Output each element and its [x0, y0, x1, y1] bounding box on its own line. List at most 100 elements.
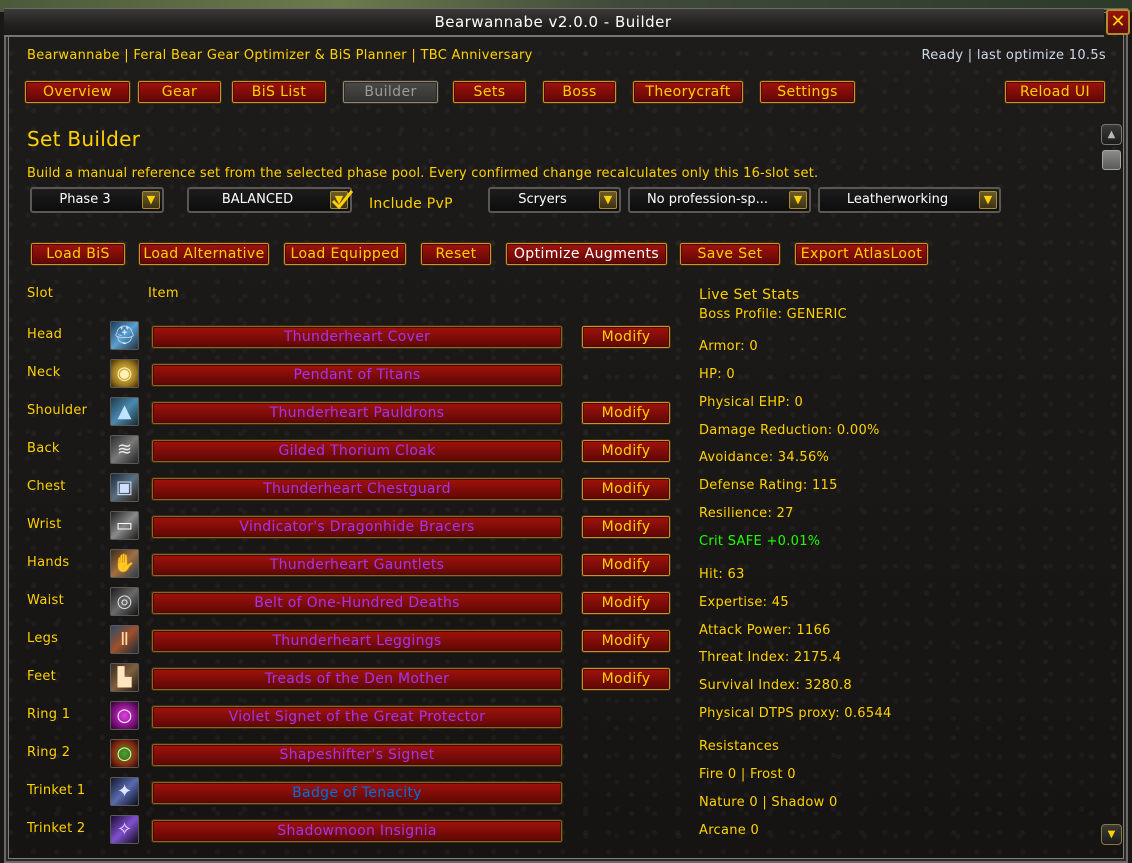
profession-dropdown[interactable]: Leatherworking ▼ — [818, 187, 1001, 213]
chest-icon[interactable]: ▣ — [110, 473, 139, 502]
bracer-icon[interactable]: ▭ — [110, 511, 139, 540]
stat-threat-index: Threat Index: 2175.4 — [699, 650, 842, 665]
slot-row-ring-1: Ring 1 ○ Violet Signet of the Great Protec… — [0, 701, 700, 739]
stat-arcane: Arcane 0 — [699, 823, 760, 838]
stat-expertise: Expertise: 45 — [699, 595, 789, 610]
load-bis-button[interactable]: Load BiS — [30, 242, 126, 266]
chevron-down-icon: ▼ — [789, 191, 807, 209]
slot-row-hands: Hands ✋ Thunderheart Gauntlets Modify — [0, 549, 700, 587]
modify-button[interactable]: Modify — [581, 553, 671, 577]
scroll-down-button[interactable]: ▼ — [1101, 824, 1122, 845]
stat-hp: HP: 0 — [699, 367, 735, 382]
modify-button[interactable]: Modify — [581, 439, 671, 463]
item-select-button[interactable]: Thunderheart Cover — [151, 325, 563, 349]
legs-icon[interactable]: Ⅱ — [110, 625, 139, 654]
builder-description: Build a manual reference set from the se… — [27, 166, 819, 181]
modify-button[interactable]: Modify — [581, 477, 671, 501]
save-set-button[interactable]: Save Set — [679, 242, 781, 266]
item-select-button[interactable]: Thunderheart Chestguard — [151, 477, 563, 501]
tab-builder[interactable]: Builder — [342, 80, 439, 104]
gauntlet-icon[interactable]: ✋ — [110, 549, 139, 578]
phase-dropdown[interactable]: Phase 3 ▼ — [30, 187, 164, 213]
slot-row-back: Back ≋ Gilded Thorium Cloak Modify — [0, 435, 700, 473]
stat-defense-rating: Defense Rating: 115 — [699, 478, 838, 493]
modify-button[interactable]: Modify — [581, 325, 671, 349]
page-title: Set Builder — [27, 127, 141, 151]
stat-damage-reduction: Damage Reduction: 0.00% — [699, 423, 880, 438]
modify-button[interactable]: Modify — [581, 667, 671, 691]
slot-label: Chest — [27, 479, 66, 494]
profession-special-dropdown[interactable]: No profession-sp... ▼ — [628, 187, 811, 213]
item-select-button[interactable]: Shadowmoon Insignia — [151, 819, 563, 843]
slot-label: Ring 2 — [27, 745, 71, 760]
item-select-button[interactable]: Gilded Thorium Cloak — [151, 439, 563, 463]
scrollbar-thumb[interactable] — [1102, 150, 1121, 170]
tab-bis-list[interactable]: BiS List — [231, 80, 327, 104]
tab-theorycraft[interactable]: Theorycraft — [632, 80, 744, 104]
modify-button[interactable]: Modify — [581, 629, 671, 653]
scroll-up-button[interactable]: ▲ — [1101, 124, 1122, 145]
stat-physical-dtps: Physical DTPS proxy: 0.6544 — [699, 706, 892, 721]
ring-icon[interactable]: ○ — [110, 701, 139, 730]
chevron-down-icon: ▼ — [979, 191, 997, 209]
ring-icon[interactable]: ○ — [110, 739, 139, 768]
boots-icon[interactable]: ▙ — [110, 663, 139, 692]
load-alternative-button[interactable]: Load Alternative — [138, 242, 270, 266]
slot-row-trinket-2: Trinket 2 ✧ Shadowmoon Insignia — [0, 815, 700, 853]
slot-label: Neck — [27, 365, 61, 380]
item-select-button[interactable]: Shapeshifter's Signet — [151, 743, 563, 767]
shoulder-icon[interactable]: ▲ — [110, 397, 139, 426]
mode-dropdown[interactable]: BALANCED ▼ — [187, 187, 352, 213]
cloak-icon[interactable]: ≋ — [110, 435, 139, 464]
modify-button[interactable]: Modify — [581, 591, 671, 615]
slot-row-legs: Legs Ⅱ Thunderheart Leggings Modify — [0, 625, 700, 663]
item-select-button[interactable]: Vindicator's Dragonhide Bracers — [151, 515, 563, 539]
tab-boss[interactable]: Boss — [542, 80, 617, 104]
stat-physical-ehp: Physical EHP: 0 — [699, 395, 804, 410]
item-select-button[interactable]: Badge of Tenacity — [151, 781, 563, 805]
faction-dropdown[interactable]: Scryers ▼ — [488, 187, 621, 213]
tab-gear[interactable]: Gear — [137, 80, 222, 104]
faction-dropdown-value: Scryers — [518, 192, 567, 207]
stat-hit: Hit: 63 — [699, 567, 745, 582]
slot-label: Waist — [27, 593, 64, 608]
chevron-down-icon: ▼ — [142, 191, 160, 209]
boss-profile: Boss Profile: GENERIC — [699, 307, 847, 322]
mode-dropdown-value: BALANCED — [221, 192, 294, 207]
load-equipped-button[interactable]: Load Equipped — [283, 242, 407, 266]
tab-sets[interactable]: Sets — [452, 80, 527, 104]
item-select-button[interactable]: Thunderheart Leggings — [151, 629, 563, 653]
stat-attack-power: Attack Power: 1166 — [699, 623, 831, 638]
stat-fire-frost: Fire 0 | Frost 0 — [699, 767, 796, 782]
modify-button[interactable]: Modify — [581, 515, 671, 539]
item-select-button[interactable]: Belt of One-Hundred Deaths — [151, 591, 563, 615]
slot-label: Trinket 2 — [27, 821, 86, 836]
chevron-down-icon: ▼ — [599, 191, 617, 209]
include-pvp-checkbox[interactable] — [330, 189, 354, 211]
stat-nature-shadow: Nature 0 | Shadow 0 — [699, 795, 838, 810]
reload-ui-button[interactable]: Reload UI — [1004, 80, 1106, 104]
tab-overview[interactable]: Overview — [24, 80, 131, 104]
reset-button[interactable]: Reset — [420, 242, 492, 266]
modify-button[interactable]: Modify — [581, 401, 671, 425]
tab-settings[interactable]: Settings — [759, 80, 856, 104]
badge-icon[interactable]: ✦ — [110, 777, 139, 806]
checkmark-icon — [331, 190, 354, 210]
export-atlasloot-button[interactable]: Export AtlasLoot — [794, 242, 929, 266]
slot-label: Feet — [27, 669, 57, 684]
stat-crit-safe: Crit SAFE +0.01% — [699, 534, 821, 549]
item-select-button[interactable]: Treads of the Den Mother — [151, 667, 563, 691]
resistances-title: Resistances — [699, 739, 780, 754]
item-select-button[interactable]: Pendant of Titans — [151, 363, 563, 387]
optimize-augments-button[interactable]: Optimize Augments — [505, 242, 668, 266]
slot-row-waist: Waist ◎ Belt of One-Hundred Deaths Modify — [0, 587, 700, 625]
amulet-icon[interactable]: ◉ — [110, 359, 139, 388]
close-button[interactable]: ✕ — [1106, 9, 1130, 35]
item-select-button[interactable]: Thunderheart Gauntlets — [151, 553, 563, 577]
insignia-icon[interactable]: ✧ — [110, 815, 139, 844]
belt-icon[interactable]: ◎ — [110, 587, 139, 616]
stat-survival-index: Survival Index: 3280.8 — [699, 678, 852, 693]
item-select-button[interactable]: Thunderheart Pauldrons — [151, 401, 563, 425]
helm-icon[interactable]: ⛑ — [110, 321, 139, 350]
item-select-button[interactable]: Violet Signet of the Great Protector — [151, 705, 563, 729]
